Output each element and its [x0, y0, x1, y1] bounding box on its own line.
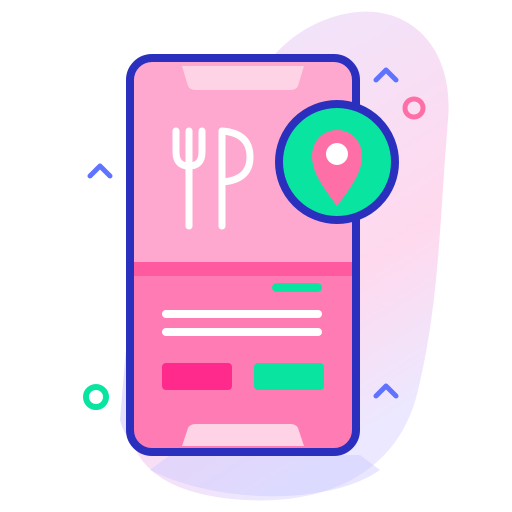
phone-bottom-notch — [182, 424, 304, 446]
confirm-button[interactable] — [254, 363, 324, 390]
description-line-1 — [162, 310, 322, 318]
screen-divider — [130, 262, 356, 276]
background-bottom-shade — [150, 455, 380, 497]
price-tag-line — [272, 283, 322, 292]
ring-icon — [83, 384, 109, 410]
restaurant-locator-illustration — [83, 11, 449, 501]
illustration-canvas — [0, 0, 512, 512]
phone-top-notch — [182, 66, 304, 90]
chevron-up-icon — [87, 163, 113, 179]
cancel-button[interactable] — [162, 363, 232, 390]
location-pin-badge — [275, 100, 399, 224]
description-line-2 — [162, 328, 322, 336]
